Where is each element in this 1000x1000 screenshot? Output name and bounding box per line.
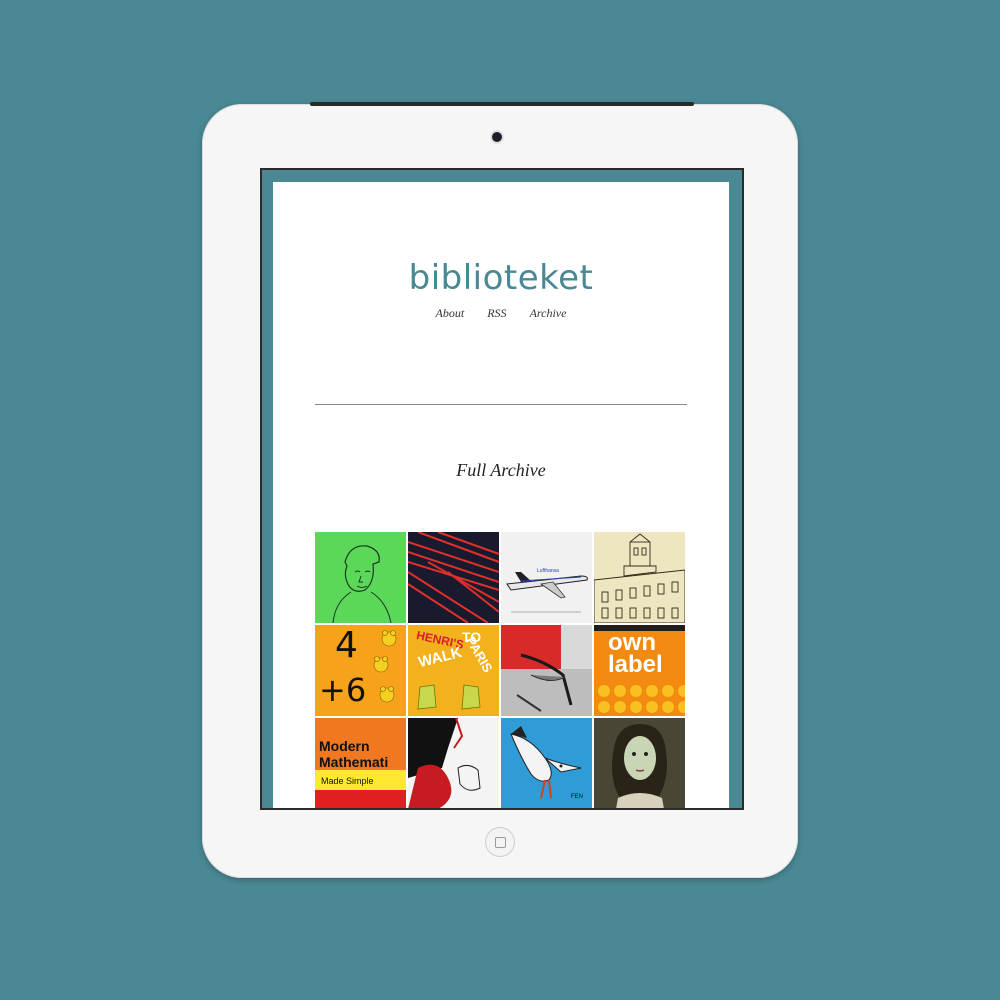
nav-archive[interactable]: Archive	[530, 306, 567, 320]
screen: biblioteket About RSS Archive Full Archi…	[262, 170, 742, 808]
green-portrait-cover[interactable]	[315, 532, 406, 623]
cover-title-modern: Modern	[319, 738, 370, 754]
divider	[315, 404, 687, 405]
cover-title-mathematics: Mathemati	[319, 754, 389, 770]
building-sketch-cover[interactable]	[594, 532, 685, 623]
site-nav: About RSS Archive	[273, 306, 729, 321]
lufthansa-plane-cover[interactable]: Lufthansa	[501, 532, 592, 623]
modern-mathematics-cover[interactable]: Modern Mathemati Made Simple	[315, 718, 406, 808]
cover-title-label: label	[608, 651, 663, 678]
ipad-frame: biblioteket About RSS Archive Full Archi…	[202, 104, 798, 878]
abstract-illustration	[408, 718, 481, 808]
building-sketch	[594, 533, 685, 623]
nav-rss[interactable]: RSS	[487, 306, 506, 320]
own-label-cover[interactable]: own label	[594, 625, 685, 716]
walking-boots-illustration	[417, 684, 481, 710]
teddy-bear-icons	[373, 630, 397, 703]
airplane-illustration	[506, 572, 588, 613]
portrait-line-drawing	[332, 545, 392, 623]
site-logo[interactable]: biblioteket	[273, 258, 729, 298]
home-button[interactable]	[485, 827, 515, 857]
red-lines-pattern	[408, 532, 499, 623]
woman-portrait-cover[interactable]	[594, 718, 685, 808]
chair-photo-cover[interactable]	[501, 625, 592, 716]
chair-photo	[501, 625, 592, 716]
archive-grid: Lufthansa 4 +6 HENRI'S WALK TO PARIS own…	[315, 532, 687, 808]
cover-subtitle: Made Simple	[321, 776, 374, 786]
four-plus-six-cover[interactable]: 4 +6	[315, 625, 406, 716]
red-lines-cover[interactable]	[408, 532, 499, 623]
woman-portrait	[594, 718, 685, 808]
page-title: Full Archive	[456, 460, 546, 480]
black-red-illustration-cover[interactable]	[408, 718, 499, 808]
ipad-top-edge	[310, 102, 694, 106]
nav-about[interactable]: About	[436, 306, 465, 320]
camera-icon	[492, 132, 502, 142]
henris-walk-cover[interactable]: HENRI'S WALK TO PARIS	[408, 625, 499, 716]
airline-label: Lufthansa	[537, 568, 559, 574]
bird-illustration-cover[interactable]: FEN	[501, 718, 592, 808]
cover-label-fen: FEN	[571, 794, 583, 800]
web-page: biblioteket About RSS Archive Full Archi…	[273, 182, 729, 808]
